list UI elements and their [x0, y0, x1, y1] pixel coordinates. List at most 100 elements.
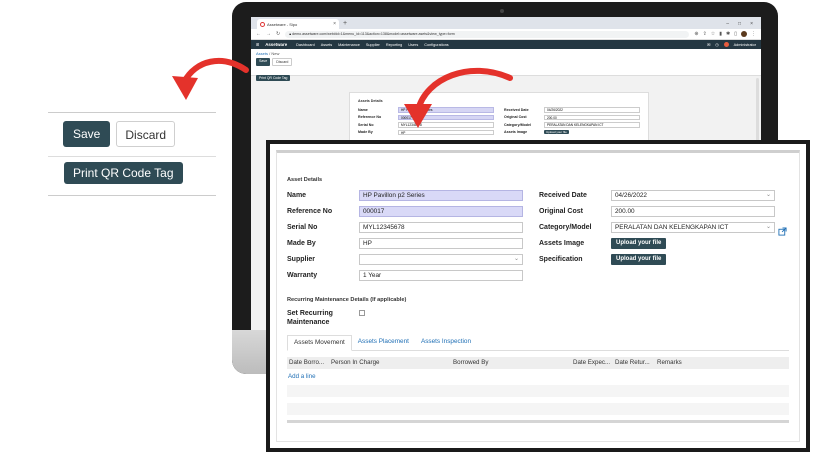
supplier-select[interactable]: ⌄: [359, 253, 523, 265]
save-button[interactable]: Save: [63, 121, 111, 147]
grid-apps-icon[interactable]: ⊞: [256, 42, 259, 47]
column-date-borrowed[interactable]: Date Borro...: [289, 359, 324, 366]
reload-icon[interactable]: ↻: [276, 31, 280, 37]
puzzle-icon[interactable]: ✱: [726, 31, 730, 37]
mini-field-value[interactable]: PERALATAN DAN KELENGKAPAN ICT: [544, 122, 640, 128]
new-tab-button[interactable]: +: [343, 19, 347, 29]
table-scrollbar[interactable]: [287, 420, 789, 423]
field-specification: Specification Upload your file: [539, 253, 667, 265]
received-date-input[interactable]: 04/26/2022 ⌄: [611, 189, 775, 201]
mini-field: Reference No 000017: [358, 114, 494, 122]
received-date-value: 04/26/2022: [615, 191, 647, 199]
breadcrumb: Assets / New: [256, 51, 756, 56]
breadcrumb-current: New: [271, 51, 280, 56]
upload-assets-image-button[interactable]: Upload your file: [611, 237, 667, 249]
column-remarks[interactable]: Remarks: [657, 359, 682, 366]
mini-left-column: Name HP Pavillion p2 Series Reference No 0…: [358, 106, 494, 136]
dropdown-caret-icon: ⌄: [513, 255, 519, 262]
zoom-icon[interactable]: ⊕: [694, 31, 698, 37]
profile-avatar[interactable]: [741, 31, 747, 37]
add-line-link[interactable]: Add a line: [288, 373, 316, 380]
external-link-icon[interactable]: [778, 223, 787, 236]
supplier-label: Supplier: [287, 255, 316, 263]
tab-assets-inspection[interactable]: Assets Inspection: [415, 335, 477, 351]
menu-dots-icon[interactable]: ⋮: [751, 31, 756, 37]
mini-field-value[interactable]: 200.00: [544, 114, 640, 120]
mini-field-label: Serial No: [358, 122, 374, 127]
mini-field-value[interactable]: MYL12345678: [398, 122, 494, 128]
field-category-model: Category/Model PERALATAN DAN KELENGKAPAN…: [539, 221, 787, 236]
close-window-icon[interactable]: ×: [750, 19, 753, 29]
warranty-input[interactable]: 1 Year: [359, 269, 523, 281]
field-assets-image: Assets Image Upload your file: [539, 237, 667, 249]
dropdown-caret-icon: ⌄: [765, 191, 771, 198]
back-arrow-icon[interactable]: ←: [256, 31, 261, 37]
mini-action-buttons: Save Discard: [256, 58, 756, 66]
mini-field-value[interactable]: HP Pavillion p2 Series: [398, 107, 494, 113]
minimize-icon[interactable]: –: [726, 19, 729, 29]
field-serial-no: Serial No MYL12345678: [287, 221, 523, 233]
nav-dashboard[interactable]: Dashboard: [296, 43, 315, 47]
column-person-in-charge[interactable]: Person In Charge: [331, 359, 380, 366]
mini-form-grid: Name HP Pavillion p2 Series Reference No 0…: [358, 106, 640, 136]
browser-tab[interactable]: Assetware - Sipo ×: [257, 19, 339, 29]
original-cost-input[interactable]: 200.00: [611, 205, 775, 217]
tab-assets-movement[interactable]: Assets Movement: [287, 335, 352, 351]
nav-reporting[interactable]: Reporting: [386, 43, 402, 47]
column-date-returned[interactable]: Date Retur...: [615, 359, 650, 366]
user-name[interactable]: Administrator: [734, 43, 756, 47]
mini-upload-button[interactable]: Upload your file: [544, 130, 569, 135]
url-input[interactable]: 🔒︎ demo.assetware.com/web#id=1&menu_id=1…: [285, 30, 690, 38]
address-bar: ← → ↻ 🔒︎ demo.assetware.com/web#id=1&men…: [251, 29, 761, 40]
mini-right-column: Received Date 04/26/2022 Original Cost 200…: [504, 106, 640, 136]
mini-discard-button[interactable]: Discard: [272, 58, 293, 66]
nav-users[interactable]: Users: [408, 43, 418, 47]
sidebar-icon[interactable]: ▯: [734, 31, 737, 37]
mini-field: Received Date 04/26/2022: [504, 106, 640, 114]
name-input[interactable]: HP Pavillon p2 Series: [359, 189, 523, 201]
category-model-value: PERALATAN DAN KELENGKAPAN ICT: [615, 223, 729, 231]
close-icon[interactable]: ×: [333, 21, 336, 27]
recurring-checkbox[interactable]: [359, 310, 365, 316]
dropdown-caret-icon: ⌄: [765, 223, 771, 230]
serial-no-input[interactable]: MYL12345678: [359, 221, 523, 233]
nav-supplier[interactable]: Supplier: [366, 43, 380, 47]
reference-no-input[interactable]: 000017: [359, 205, 523, 217]
breadcrumb-parent[interactable]: Assets: [256, 51, 268, 56]
tab-assets-placement[interactable]: Assets Placement: [352, 335, 415, 351]
clock-icon[interactable]: ◷: [715, 42, 718, 47]
forward-arrow-icon[interactable]: →: [266, 31, 271, 37]
original-cost-label: Original Cost: [539, 207, 583, 215]
table-header: Date Borro... Person In Charge Borrowed …: [287, 357, 789, 369]
reference-no-label: Reference No: [287, 207, 333, 215]
column-date-expected[interactable]: Date Expec...: [573, 359, 610, 366]
url-text: demo.assetware.com/web#id=1&menu_id=113&…: [292, 31, 455, 36]
print-qr-code-button[interactable]: Print QR Code Tag: [64, 162, 183, 184]
mini-save-button[interactable]: Save: [256, 58, 271, 66]
mini-field-value[interactable]: 000017: [398, 114, 494, 120]
recurring-label-line2: Maintenance: [287, 319, 330, 326]
star-icon[interactable]: ☆: [711, 31, 715, 37]
nav-configurations[interactable]: Configurations: [424, 43, 448, 47]
table-row: [287, 385, 789, 397]
category-model-select[interactable]: PERALATAN DAN KELENGKAPAN ICT ⌄: [611, 221, 775, 233]
discard-button[interactable]: Discard: [116, 121, 176, 147]
field-original-cost: Original Cost 200.00: [539, 205, 775, 217]
upload-specification-button[interactable]: Upload your file: [611, 253, 667, 265]
mini-field-value[interactable]: HP: [398, 129, 494, 135]
app-brand[interactable]: Assetware: [265, 42, 287, 47]
mini-field: Name HP Pavillion p2 Series: [358, 106, 494, 114]
nav-maintenance[interactable]: Maintenance: [338, 43, 360, 47]
mini-field: Serial No MYL12345678: [358, 121, 494, 129]
mini-field: Original Cost 200.00: [504, 114, 640, 122]
user-avatar[interactable]: [723, 42, 729, 47]
chat-icon[interactable]: ✉: [707, 42, 710, 47]
field-supplier: Supplier ⌄: [287, 253, 523, 265]
nav-assets[interactable]: Assets: [321, 43, 332, 47]
column-borrowed-by[interactable]: Borrowed By: [453, 359, 488, 366]
share-icon[interactable]: ⇪: [703, 31, 707, 37]
extension-icon[interactable]: ▮: [719, 31, 722, 37]
maximize-icon[interactable]: □: [738, 19, 741, 29]
mini-field-value[interactable]: 04/26/2022: [544, 107, 640, 113]
made-by-input[interactable]: HP: [359, 237, 523, 249]
